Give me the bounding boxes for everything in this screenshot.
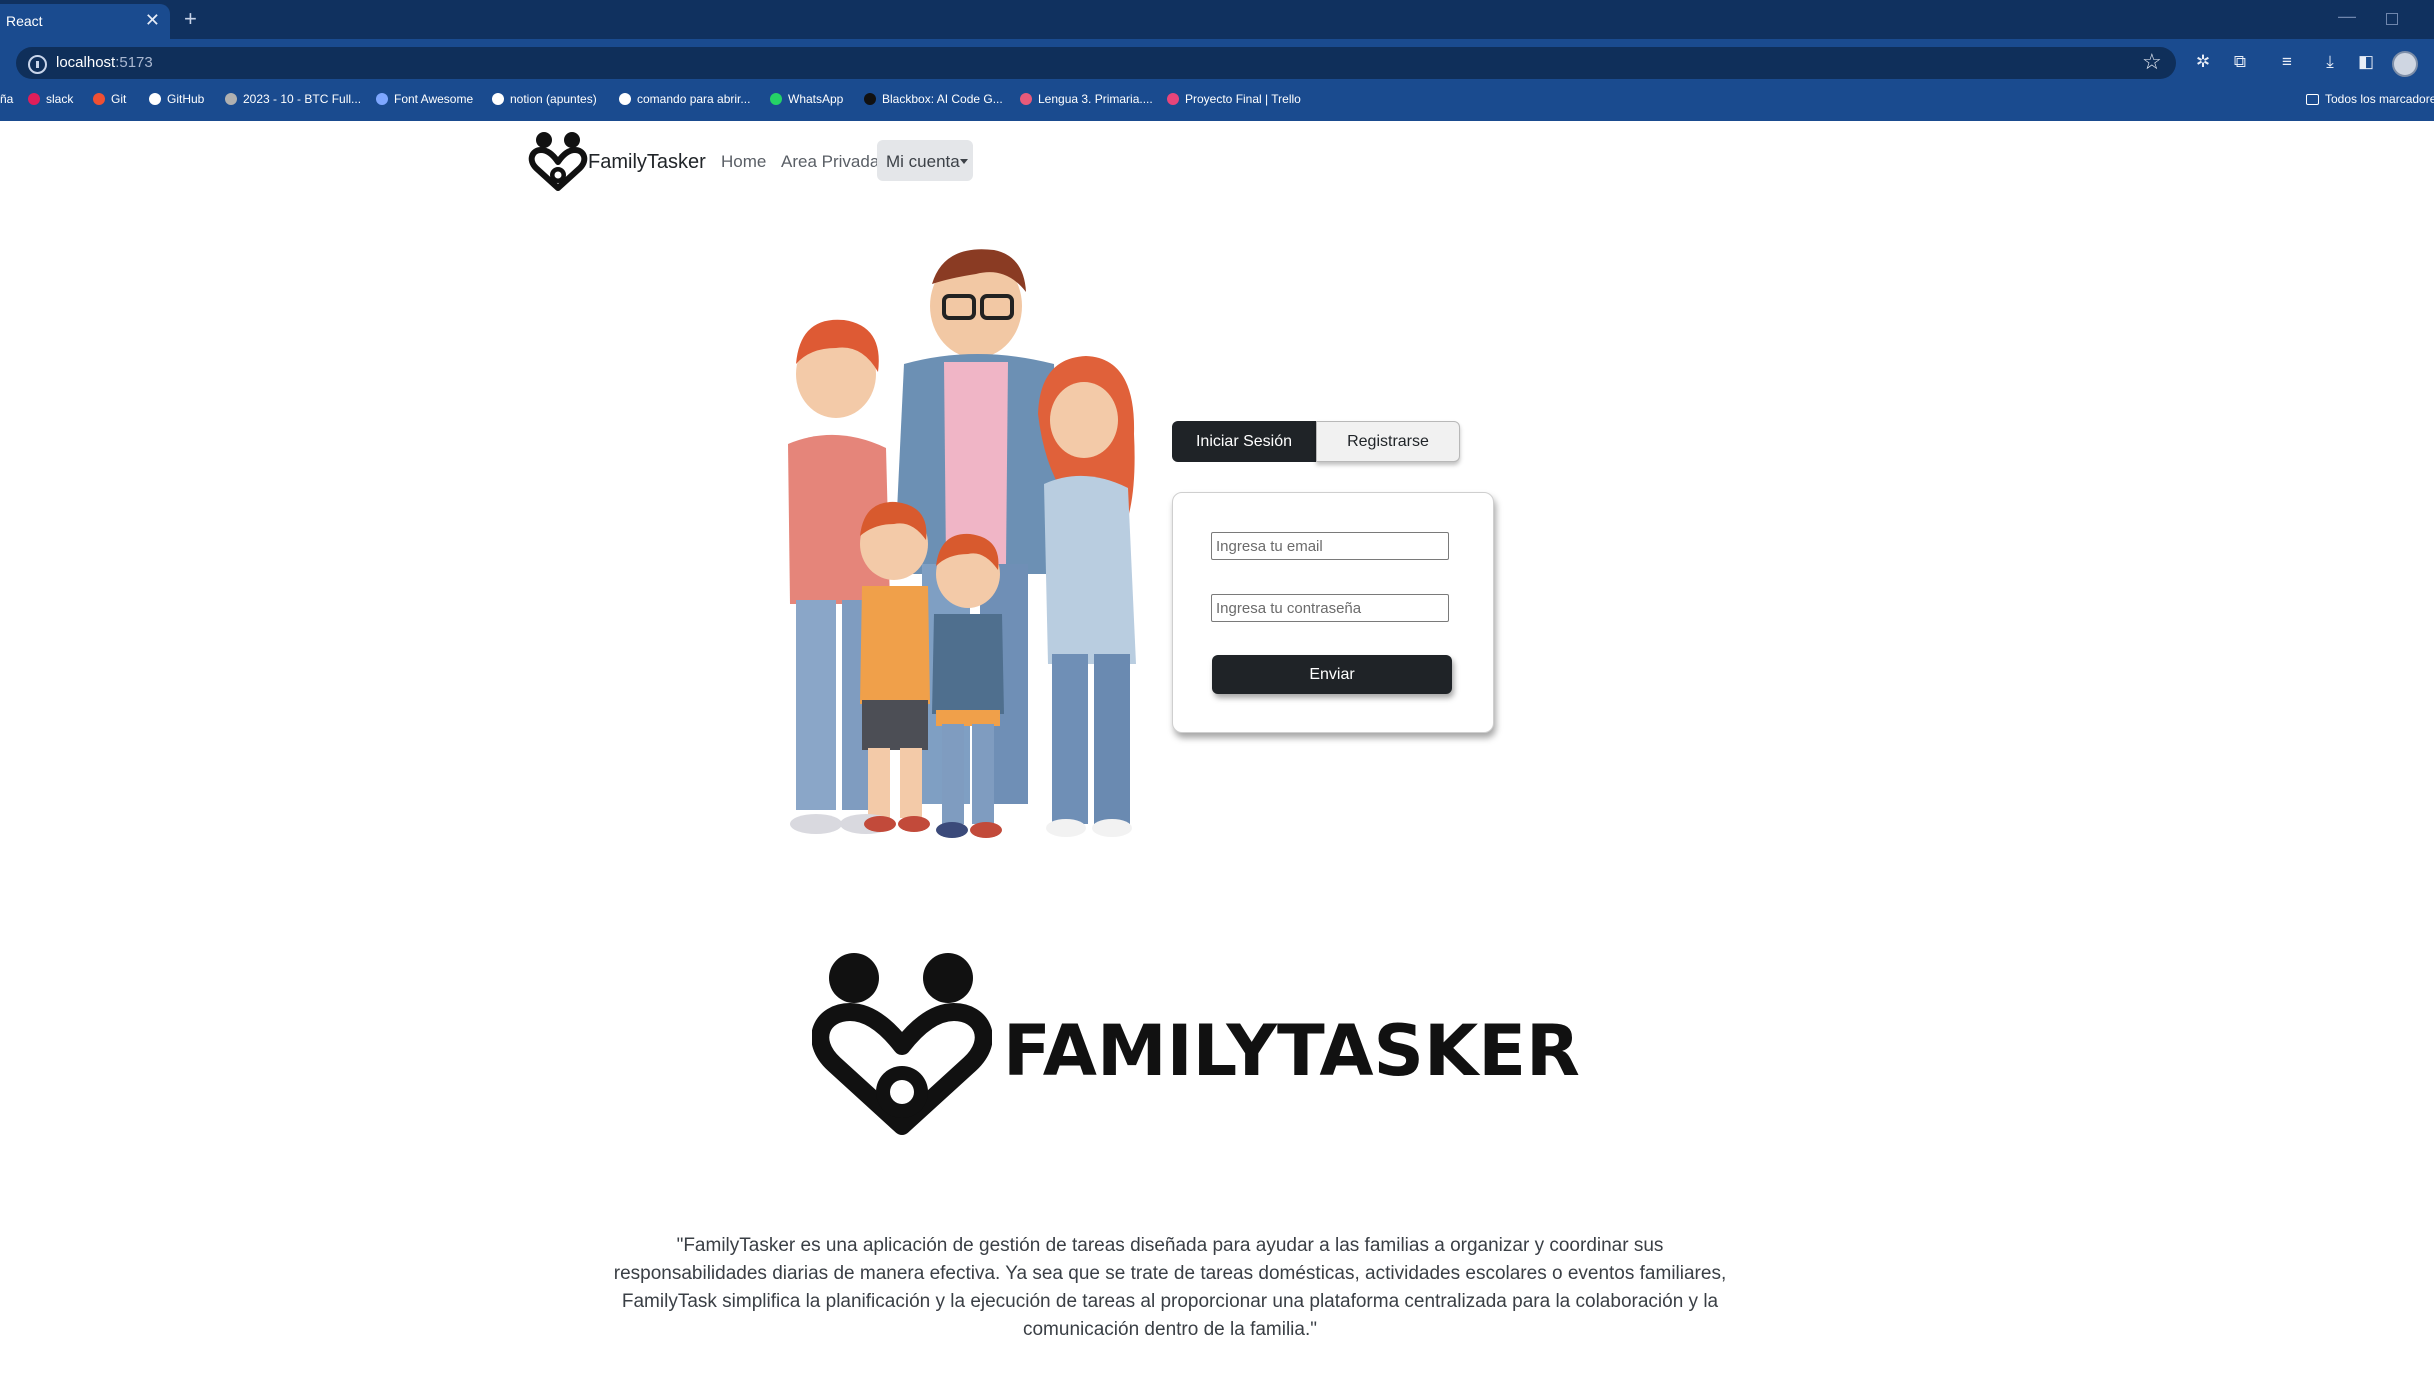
bookmark-label: Proyecto Final | Trello — [1185, 92, 1301, 106]
brand-name[interactable]: FamilyTasker — [588, 151, 706, 174]
media-control-icon[interactable]: ≡ — [2277, 52, 2297, 72]
bookmark-label: comando para abrir... — [637, 92, 751, 106]
extension-icon[interactable]: ✲ — [2193, 52, 2213, 72]
app-description: "FamilyTasker es una aplicación de gesti… — [613, 1235, 1727, 1340]
maximize-icon[interactable] — [2386, 13, 2398, 25]
bookmark-label: Blackbox: AI Code G... — [882, 92, 1003, 106]
brand-logo-icon[interactable] — [528, 130, 588, 192]
puzzle-icon[interactable]: ⧉ — [2230, 52, 2250, 72]
folder-icon — [2306, 94, 2319, 105]
account-dropdown-label: Mi cuenta — [886, 152, 960, 171]
tab-strip — [0, 0, 2434, 39]
address-bar[interactable] — [16, 47, 2176, 79]
bookmark-item[interactable]: ña — [0, 92, 13, 106]
bookmark-label: GitHub — [167, 92, 205, 106]
submit-button[interactable]: Enviar — [1212, 655, 1452, 694]
all-bookmarks-folder[interactable]: Todos los marcadores — [2306, 92, 2434, 106]
all-bookmarks-label: Todos los marcadores — [2325, 92, 2434, 106]
nav-link-area-privada[interactable]: Area Privada — [781, 152, 879, 172]
blackbox-icon — [864, 93, 876, 105]
github-icon — [149, 93, 161, 105]
page-icon — [225, 93, 237, 105]
browser-tab[interactable]: React ✕ — [0, 4, 170, 39]
minimize-icon[interactable]: — — [2338, 6, 2356, 27]
password-field[interactable] — [1211, 594, 1449, 622]
nav-link-home[interactable]: Home — [721, 152, 766, 172]
circle-icon — [1020, 93, 1032, 105]
bookmark-item[interactable]: notion (apuntes) — [492, 92, 597, 106]
bookmark-label: Git — [111, 92, 127, 106]
site-info-icon[interactable] — [28, 55, 47, 74]
bookmark-item[interactable]: GitHub — [149, 92, 204, 106]
account-dropdown[interactable]: Mi cuenta — [877, 140, 973, 181]
bookmark-item[interactable]: Proyecto Final | Trello — [1167, 92, 1301, 106]
bookmark-label: slack — [46, 92, 74, 106]
bookmark-label: Lengua 3. Primaria.... — [1038, 92, 1153, 106]
bookmark-label: Font Awesome — [394, 92, 474, 106]
tab-title: React — [6, 13, 43, 29]
bookmark-star-icon[interactable]: ☆ — [2142, 49, 2162, 75]
bookmark-label: 2023 - 10 - BTC Full... — [243, 92, 362, 106]
notion-icon — [492, 93, 504, 105]
download-icon[interactable]: ⤓ — [2320, 52, 2340, 72]
bookmark-item[interactable]: Lengua 3. Primaria.... — [1020, 92, 1153, 106]
bookmark-item[interactable]: Git — [93, 92, 126, 106]
bookmark-item[interactable]: comando para abrir... — [619, 92, 750, 106]
trello-icon — [1167, 93, 1179, 105]
url-port: :5173 — [115, 54, 153, 71]
bookmark-item[interactable]: WhatsApp — [770, 92, 843, 106]
side-panel-icon[interactable]: ◧ — [2356, 52, 2376, 72]
git-icon — [93, 93, 105, 105]
avatar[interactable] — [2392, 51, 2418, 77]
google-icon — [619, 93, 631, 105]
tab-registrarse[interactable]: Registrarse — [1316, 421, 1460, 462]
family-tasker-wordmark: FAMILYTASKER — [1003, 1010, 1580, 1092]
bookmark-label: ña — [0, 92, 14, 106]
close-icon[interactable]: ✕ — [145, 10, 160, 31]
chevron-down-icon — [960, 159, 968, 164]
bookmark-item[interactable]: Font Awesome — [376, 92, 473, 106]
flag-icon — [376, 93, 388, 105]
whatsapp-icon — [770, 93, 782, 105]
family-illustration — [788, 249, 1136, 838]
family-tasker-logo-icon — [812, 953, 992, 1135]
bookmark-item[interactable]: slack — [28, 92, 73, 106]
new-tab-button[interactable]: + — [184, 6, 197, 32]
url-host: localhost — [56, 54, 116, 71]
bookmark-label: WhatsApp — [788, 92, 844, 106]
bookmark-label: notion (apuntes) — [510, 92, 597, 106]
slack-icon — [28, 93, 40, 105]
tab-iniciar-sesion[interactable]: Iniciar Sesión — [1172, 421, 1316, 462]
email-field[interactable] — [1211, 532, 1449, 560]
bookmark-item[interactable]: 2023 - 10 - BTC Full... — [225, 92, 361, 106]
bookmark-item[interactable]: Blackbox: AI Code G... — [864, 92, 1003, 106]
url-text[interactable]: localhost:5173 — [56, 54, 153, 71]
